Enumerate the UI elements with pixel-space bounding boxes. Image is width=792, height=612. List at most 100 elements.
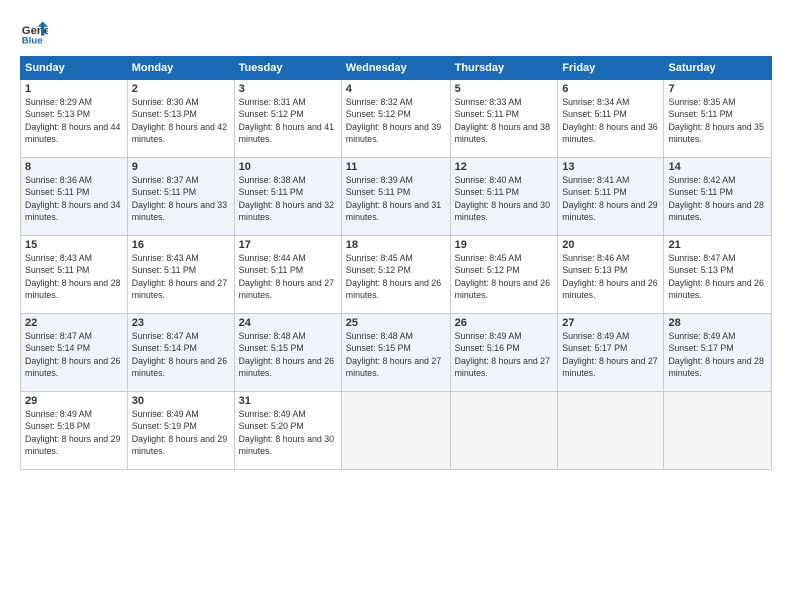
day-number: 30 — [132, 395, 230, 407]
day-number: 11 — [346, 161, 446, 173]
table-row: 11 Sunrise: 8:39 AMSunset: 5:11 PMDaylig… — [341, 158, 450, 236]
day-number: 2 — [132, 83, 230, 95]
table-row: 26 Sunrise: 8:49 AMSunset: 5:16 PMDaylig… — [450, 314, 558, 392]
table-row: 1 Sunrise: 8:29 AMSunset: 5:13 PMDayligh… — [21, 80, 128, 158]
day-number: 6 — [562, 83, 659, 95]
day-info: Sunrise: 8:30 AMSunset: 5:13 PMDaylight:… — [132, 97, 227, 144]
col-header-tuesday: Tuesday — [234, 57, 341, 80]
day-number: 16 — [132, 239, 230, 251]
header: General Blue — [20, 18, 772, 46]
day-info: Sunrise: 8:49 AMSunset: 5:20 PMDaylight:… — [239, 409, 334, 456]
day-number: 26 — [455, 317, 554, 329]
day-info: Sunrise: 8:43 AMSunset: 5:11 PMDaylight:… — [25, 253, 120, 300]
day-number: 13 — [562, 161, 659, 173]
day-info: Sunrise: 8:47 AMSunset: 5:14 PMDaylight:… — [25, 331, 120, 378]
table-row: 17 Sunrise: 8:44 AMSunset: 5:11 PMDaylig… — [234, 236, 341, 314]
day-number: 17 — [239, 239, 337, 251]
day-number: 24 — [239, 317, 337, 329]
table-row: 25 Sunrise: 8:48 AMSunset: 5:15 PMDaylig… — [341, 314, 450, 392]
day-info: Sunrise: 8:41 AMSunset: 5:11 PMDaylight:… — [562, 175, 657, 222]
table-row: 22 Sunrise: 8:47 AMSunset: 5:14 PMDaylig… — [21, 314, 128, 392]
day-number: 7 — [668, 83, 767, 95]
table-row — [558, 392, 664, 470]
day-number: 12 — [455, 161, 554, 173]
logo: General Blue — [20, 18, 48, 46]
day-info: Sunrise: 8:48 AMSunset: 5:15 PMDaylight:… — [239, 331, 334, 378]
svg-text:Blue: Blue — [22, 35, 43, 46]
table-row: 5 Sunrise: 8:33 AMSunset: 5:11 PMDayligh… — [450, 80, 558, 158]
day-number: 8 — [25, 161, 123, 173]
table-row: 12 Sunrise: 8:40 AMSunset: 5:11 PMDaylig… — [450, 158, 558, 236]
day-info: Sunrise: 8:46 AMSunset: 5:13 PMDaylight:… — [562, 253, 657, 300]
col-header-monday: Monday — [127, 57, 234, 80]
day-info: Sunrise: 8:45 AMSunset: 5:12 PMDaylight:… — [455, 253, 550, 300]
col-header-saturday: Saturday — [664, 57, 772, 80]
day-number: 21 — [668, 239, 767, 251]
day-info: Sunrise: 8:38 AMSunset: 5:11 PMDaylight:… — [239, 175, 334, 222]
day-info: Sunrise: 8:49 AMSunset: 5:19 PMDaylight:… — [132, 409, 227, 456]
table-row: 23 Sunrise: 8:47 AMSunset: 5:14 PMDaylig… — [127, 314, 234, 392]
day-info: Sunrise: 8:37 AMSunset: 5:11 PMDaylight:… — [132, 175, 227, 222]
day-info: Sunrise: 8:43 AMSunset: 5:11 PMDaylight:… — [132, 253, 227, 300]
day-info: Sunrise: 8:36 AMSunset: 5:11 PMDaylight:… — [25, 175, 120, 222]
col-header-wednesday: Wednesday — [341, 57, 450, 80]
logo-icon: General Blue — [20, 18, 48, 46]
day-number: 27 — [562, 317, 659, 329]
table-row: 10 Sunrise: 8:38 AMSunset: 5:11 PMDaylig… — [234, 158, 341, 236]
table-row: 15 Sunrise: 8:43 AMSunset: 5:11 PMDaylig… — [21, 236, 128, 314]
day-number: 5 — [455, 83, 554, 95]
table-row: 3 Sunrise: 8:31 AMSunset: 5:12 PMDayligh… — [234, 80, 341, 158]
calendar-table: SundayMondayTuesdayWednesdayThursdayFrid… — [20, 56, 772, 470]
day-info: Sunrise: 8:45 AMSunset: 5:12 PMDaylight:… — [346, 253, 441, 300]
day-info: Sunrise: 8:40 AMSunset: 5:11 PMDaylight:… — [455, 175, 550, 222]
day-number: 29 — [25, 395, 123, 407]
table-row: 28 Sunrise: 8:49 AMSunset: 5:17 PMDaylig… — [664, 314, 772, 392]
day-info: Sunrise: 8:42 AMSunset: 5:11 PMDaylight:… — [668, 175, 763, 222]
table-row: 16 Sunrise: 8:43 AMSunset: 5:11 PMDaylig… — [127, 236, 234, 314]
day-info: Sunrise: 8:34 AMSunset: 5:11 PMDaylight:… — [562, 97, 657, 144]
day-info: Sunrise: 8:49 AMSunset: 5:18 PMDaylight:… — [25, 409, 120, 456]
table-row: 4 Sunrise: 8:32 AMSunset: 5:12 PMDayligh… — [341, 80, 450, 158]
day-number: 23 — [132, 317, 230, 329]
table-row — [341, 392, 450, 470]
day-info: Sunrise: 8:44 AMSunset: 5:11 PMDaylight:… — [239, 253, 334, 300]
table-row: 14 Sunrise: 8:42 AMSunset: 5:11 PMDaylig… — [664, 158, 772, 236]
day-number: 14 — [668, 161, 767, 173]
day-number: 18 — [346, 239, 446, 251]
table-row — [450, 392, 558, 470]
day-info: Sunrise: 8:49 AMSunset: 5:17 PMDaylight:… — [562, 331, 657, 378]
table-row: 29 Sunrise: 8:49 AMSunset: 5:18 PMDaylig… — [21, 392, 128, 470]
day-info: Sunrise: 8:29 AMSunset: 5:13 PMDaylight:… — [25, 97, 120, 144]
day-number: 1 — [25, 83, 123, 95]
day-info: Sunrise: 8:39 AMSunset: 5:11 PMDaylight:… — [346, 175, 441, 222]
day-number: 20 — [562, 239, 659, 251]
table-row: 13 Sunrise: 8:41 AMSunset: 5:11 PMDaylig… — [558, 158, 664, 236]
day-info: Sunrise: 8:47 AMSunset: 5:13 PMDaylight:… — [668, 253, 763, 300]
table-row: 7 Sunrise: 8:35 AMSunset: 5:11 PMDayligh… — [664, 80, 772, 158]
table-row: 31 Sunrise: 8:49 AMSunset: 5:20 PMDaylig… — [234, 392, 341, 470]
day-number: 3 — [239, 83, 337, 95]
day-number: 9 — [132, 161, 230, 173]
day-info: Sunrise: 8:35 AMSunset: 5:11 PMDaylight:… — [668, 97, 763, 144]
col-header-thursday: Thursday — [450, 57, 558, 80]
day-number: 25 — [346, 317, 446, 329]
day-info: Sunrise: 8:33 AMSunset: 5:11 PMDaylight:… — [455, 97, 550, 144]
table-row: 27 Sunrise: 8:49 AMSunset: 5:17 PMDaylig… — [558, 314, 664, 392]
table-row — [664, 392, 772, 470]
col-header-friday: Friday — [558, 57, 664, 80]
day-number: 31 — [239, 395, 337, 407]
day-number: 15 — [25, 239, 123, 251]
table-row: 18 Sunrise: 8:45 AMSunset: 5:12 PMDaylig… — [341, 236, 450, 314]
table-row: 8 Sunrise: 8:36 AMSunset: 5:11 PMDayligh… — [21, 158, 128, 236]
table-row: 20 Sunrise: 8:46 AMSunset: 5:13 PMDaylig… — [558, 236, 664, 314]
day-number: 22 — [25, 317, 123, 329]
day-info: Sunrise: 8:47 AMSunset: 5:14 PMDaylight:… — [132, 331, 227, 378]
day-number: 28 — [668, 317, 767, 329]
table-row: 21 Sunrise: 8:47 AMSunset: 5:13 PMDaylig… — [664, 236, 772, 314]
table-row: 6 Sunrise: 8:34 AMSunset: 5:11 PMDayligh… — [558, 80, 664, 158]
day-info: Sunrise: 8:49 AMSunset: 5:17 PMDaylight:… — [668, 331, 763, 378]
table-row: 9 Sunrise: 8:37 AMSunset: 5:11 PMDayligh… — [127, 158, 234, 236]
day-number: 4 — [346, 83, 446, 95]
table-row: 30 Sunrise: 8:49 AMSunset: 5:19 PMDaylig… — [127, 392, 234, 470]
day-info: Sunrise: 8:49 AMSunset: 5:16 PMDaylight:… — [455, 331, 550, 378]
